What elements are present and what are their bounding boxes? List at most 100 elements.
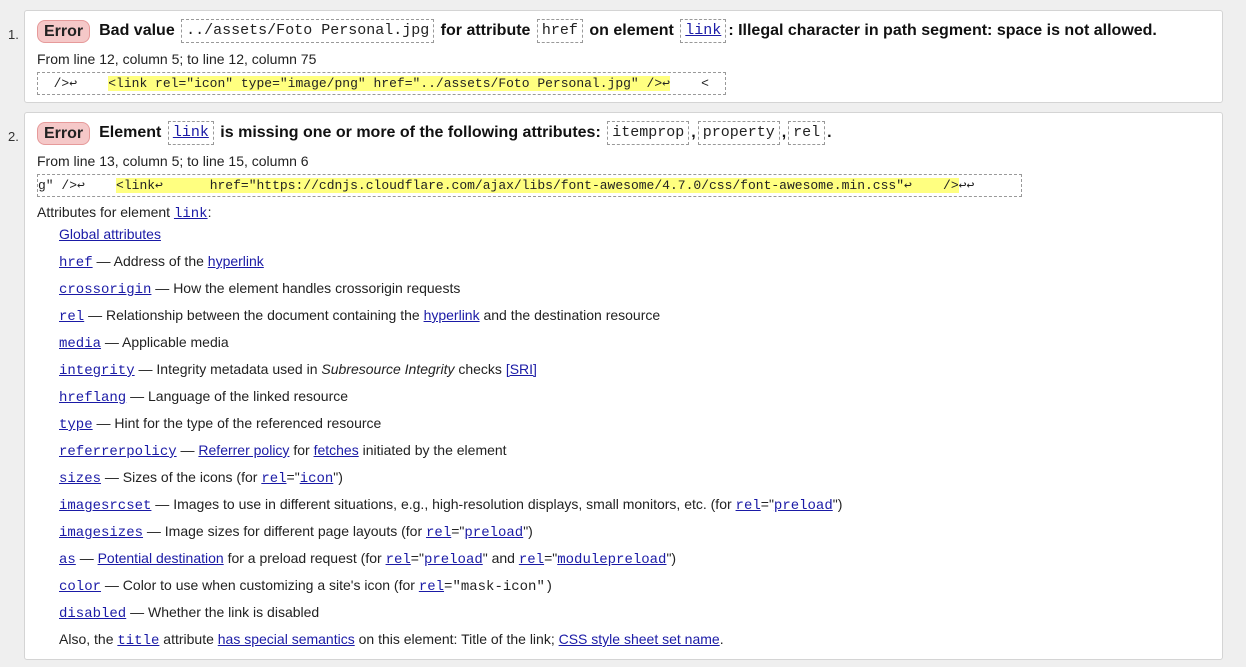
heading-text: Bad value — [99, 22, 175, 39]
attribute-item-sizes: sizes — Sizes of the icons (for rel="ico… — [59, 469, 343, 487]
heading-text: for attribute — [440, 22, 531, 39]
attribute-description: — Color to use when customizing a site's… — [101, 577, 419, 593]
rel-value-link[interactable]: preload — [774, 498, 833, 514]
source-extract: g" />↩ <link↩ href="https://cdnjs.cloudf… — [37, 174, 1022, 197]
message-number: 2. — [8, 129, 19, 144]
location-text: From line 13, column 5; to line 15, colu… — [37, 153, 309, 169]
attribute-item-as: as — Potential destination for a preload… — [59, 550, 676, 568]
hyperlink-link[interactable]: hyperlink — [424, 307, 480, 323]
global-attributes-link[interactable]: Global attributes — [59, 226, 161, 242]
attribute-description: — Whether the link is disabled — [126, 604, 320, 620]
attribute-item-rel: rel — Relationship between the document … — [59, 307, 660, 325]
attribute-description: — — [176, 442, 199, 458]
attribute-description: =" — [544, 550, 558, 566]
rel-link[interactable]: rel — [736, 498, 761, 514]
rel-value-link[interactable]: preload — [464, 525, 523, 541]
attribute-description: and the destination resource — [479, 307, 661, 323]
attribute-description: — Sizes of the icons (for — [101, 469, 262, 485]
attribute-description: ") — [832, 496, 843, 512]
attribute-description: Subresource Integrity — [321, 361, 455, 377]
hyperlink-link[interactable]: hyperlink — [208, 253, 264, 269]
attribute-link[interactable]: disabled — [59, 606, 126, 622]
potential-destination-link[interactable]: Potential destination — [98, 550, 224, 566]
attribute-description: — Language of the linked resource — [126, 388, 349, 404]
rel-link[interactable]: rel — [386, 552, 411, 568]
attribute-description: initiated by the element — [358, 442, 507, 458]
attribute-description: — — [75, 550, 98, 566]
rel-link[interactable]: rel — [426, 525, 451, 541]
attribute-item-type: type — Hint for the type of the referenc… — [59, 415, 381, 433]
attributes-title-text: : — [207, 204, 212, 220]
attribute-item-color: color — Color to use when customizing a … — [59, 577, 553, 595]
attribute-description: — Applicable media — [101, 334, 229, 350]
referrer-policy-link[interactable]: Referrer policy — [198, 442, 289, 458]
attribute-description: — Relationship between the document cont… — [84, 307, 424, 323]
attribute-description: . — [719, 631, 724, 647]
location-text: From line 12, column 5; to line 12, colu… — [37, 51, 317, 67]
heading-text: on element — [589, 22, 674, 39]
attribute-link[interactable]: color — [59, 579, 101, 595]
attribute-link[interactable]: rel — [59, 309, 84, 325]
attribute-item-global: Global attributes — [59, 226, 161, 242]
attribute-item-also: Also, the title attribute has special se… — [59, 631, 724, 649]
attribute-link[interactable]: imagesrcset — [59, 498, 151, 514]
attribute-link[interactable]: imagesizes — [59, 525, 143, 541]
attribute-link[interactable]: referrerpolicy — [59, 444, 177, 460]
rel-value-link[interactable]: modulepreload — [557, 552, 666, 568]
rel-link[interactable]: rel — [519, 552, 544, 568]
attribute-item-disabled: disabled — Whether the link is disabled — [59, 604, 319, 622]
attribute-link[interactable]: title — [117, 633, 159, 649]
attribute-link[interactable]: href — [59, 255, 93, 271]
attribute-description: — Images to use in different situations,… — [151, 496, 736, 512]
attribute-description: attribute — [159, 631, 218, 647]
special-semantics-link[interactable]: has special semantics — [218, 631, 355, 647]
attribute-description: =" — [760, 496, 774, 512]
bad-value: ../assets/Foto Personal.jpg — [181, 19, 435, 43]
extract-highlight: <link↩ href="https://cdnjs.cloudflare.co… — [116, 178, 959, 193]
attribute-description: =" — [286, 469, 300, 485]
extract-context: />↩ — [38, 76, 109, 91]
attribute-description: checks — [454, 361, 506, 377]
rel-link[interactable]: rel — [261, 471, 286, 487]
error-message: 1. Error Bad value ../assets/Foto Person… — [8, 10, 1223, 103]
attribute-description: ") — [523, 523, 533, 539]
attribute-description: — Address of the — [92, 253, 208, 269]
attribute-link[interactable]: type — [59, 417, 93, 433]
element-link[interactable]: link — [173, 124, 209, 141]
attribute-link[interactable]: sizes — [59, 471, 101, 487]
attribute-item-integrity: integrity — Integrity metadata used in S… — [59, 361, 537, 379]
attribute-description: — How the element handles crossorigin re… — [151, 280, 461, 296]
attribute-description: for — [289, 442, 314, 458]
fetches-link[interactable]: fetches — [314, 442, 359, 458]
attribute-link[interactable]: integrity — [59, 363, 135, 379]
attribute-description: Also, the — [59, 631, 118, 647]
extract-context: < — [669, 76, 709, 91]
attribute-link[interactable]: crossorigin — [59, 282, 151, 298]
attribute-item-hreflang: hreflang — Language of the linked resour… — [59, 388, 348, 406]
message-heading: Error Element link is missing one or mor… — [37, 121, 832, 145]
attribute-link[interactable]: as — [59, 552, 76, 568]
css-style-sheet-set-name-link[interactable]: CSS style sheet set name — [559, 631, 720, 647]
rel-value-link[interactable]: preload — [424, 552, 483, 568]
attribute-description: — Hint for the type of the referenced re… — [92, 415, 382, 431]
attributes-title: Attributes for element link: — [37, 204, 211, 222]
sri-link[interactable]: [SRI] — [506, 361, 537, 377]
attribute-item-imagesrcset: imagesrcset — Images to use in different… — [59, 496, 842, 514]
missing-attribute: property — [697, 121, 780, 145]
attribute-item-crossorigin: crossorigin — How the element handles cr… — [59, 280, 460, 298]
message-number: 1. — [8, 27, 19, 42]
rel-link[interactable]: rel — [419, 579, 444, 595]
missing-attribute: rel — [788, 121, 826, 145]
attribute-name: href — [536, 19, 583, 43]
attributes-title-text: Attributes for element — [37, 204, 171, 220]
element-link[interactable]: link — [685, 22, 721, 39]
message-heading: Error Bad value ../assets/Foto Personal.… — [37, 19, 1157, 43]
attribute-description: =" — [410, 550, 424, 566]
attribute-description: on this element: Title of the link; — [354, 631, 559, 647]
attribute-description: for a preload request (for — [223, 550, 386, 566]
rel-value-link[interactable]: icon — [300, 471, 334, 487]
attribute-link[interactable]: hreflang — [59, 390, 126, 406]
attribute-link[interactable]: media — [59, 336, 101, 352]
attribute-description: " and — [482, 550, 519, 566]
element-link[interactable]: link — [174, 206, 208, 222]
